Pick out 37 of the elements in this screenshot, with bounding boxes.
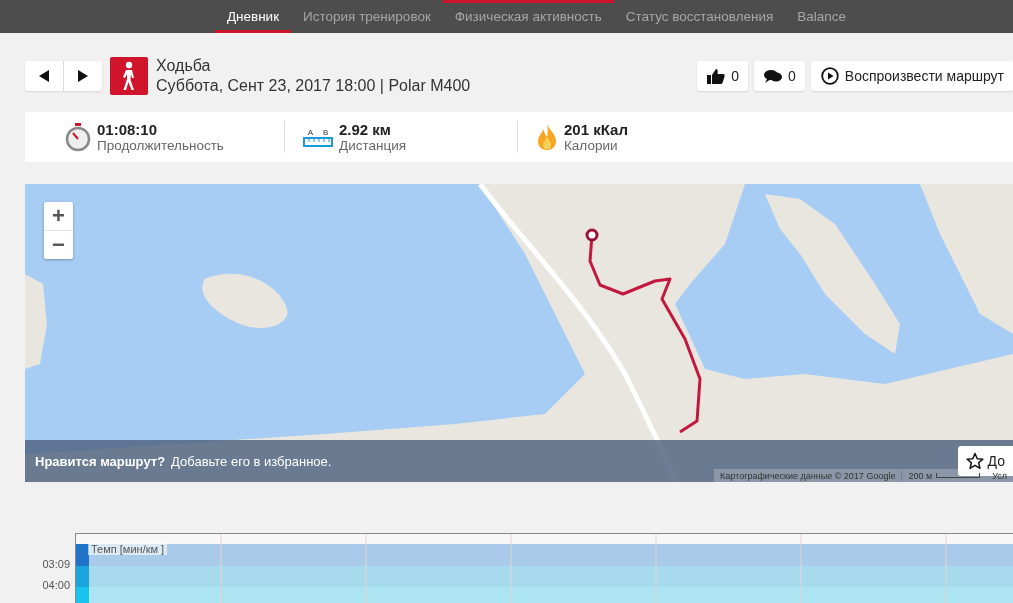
nav-tab[interactable]: Дневник [214,0,292,33]
nav-tab[interactable]: История тренировок [291,0,443,33]
ruler-icon [303,136,333,147]
y-axis-label: 04:00 [42,579,70,591]
nav-tab[interactable]: Статус восстановления [613,0,786,33]
map-attribution: Картографические данные © 2017 Google [719,470,897,481]
stat-label: Калории [564,138,619,153]
comment-button[interactable]: 0 [754,61,805,91]
play-icon [820,67,839,85]
like-button[interactable]: 0 [697,61,748,91]
stat-value: 2.92 км [339,121,392,138]
y-axis-label: 03:09 [42,558,70,570]
zoom-out-button[interactable]: − [44,230,73,259]
thumbs-up-icon [707,68,726,84]
nav-tab[interactable]: Физическая активность [442,0,614,33]
sport-title: Ходьба [156,57,212,75]
speech-bubbles-icon [764,69,782,83]
zoom-in-button[interactable]: + [44,202,73,230]
flame-icon [536,123,558,151]
stat-label: Дистанция [339,138,406,153]
banner-text: Добавьте его в избранное. [171,453,332,469]
left-triangle-icon [39,70,49,82]
stat-label: Продолжительность [97,138,224,153]
session-details: Суббота, Сент 23, 2017 18:00 | Polar M400 [156,77,471,95]
point-letter: A [307,127,313,137]
star-icon [965,452,984,470]
point-letter: B [323,127,329,137]
series-label: Темп [мин/км ] [88,543,168,555]
play-button[interactable]: Воспроизвести маршрут [810,61,1013,91]
stat-value: 201 кКал [564,121,628,138]
map-scale: 200 м [901,470,987,481]
walking-sport-icon [110,57,148,95]
right-triangle-icon [78,70,88,82]
stat-value: 01:08:10 [97,121,159,138]
banner-question: Нравится маршрут? [35,453,166,469]
stopwatch-icon [65,122,91,152]
nav-tab[interactable]: Balance [785,0,859,33]
